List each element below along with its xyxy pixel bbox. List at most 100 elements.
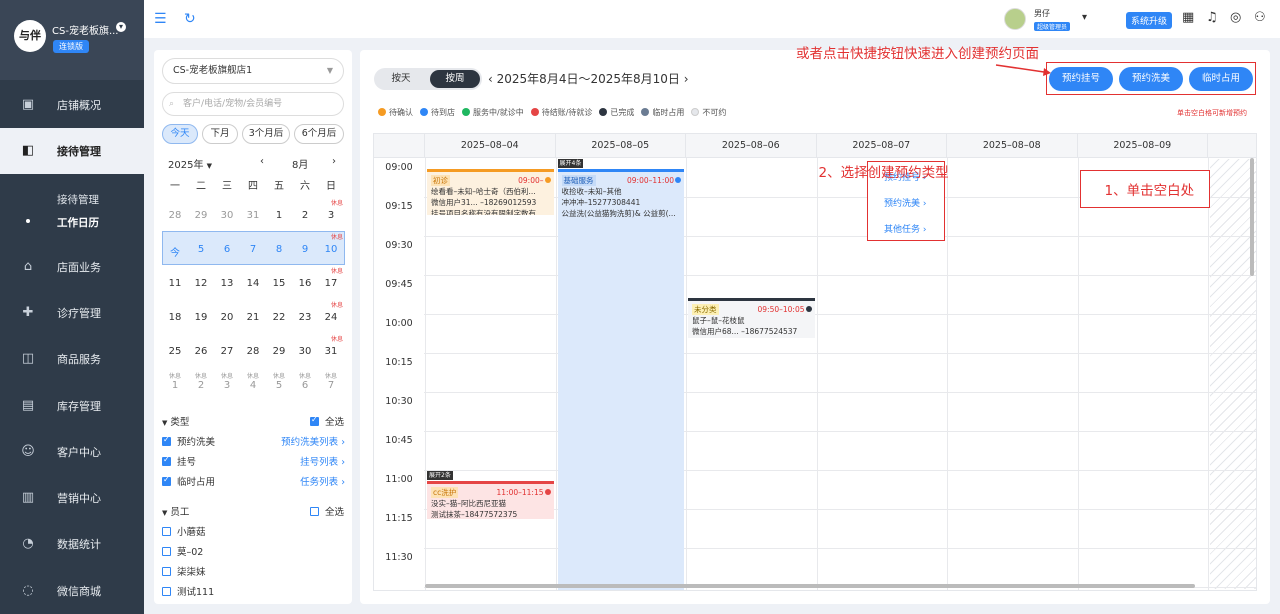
nav-marketing[interactable]: ▥ 营销中心 xyxy=(0,475,144,521)
chevron-down-icon[interactable]: ▾ xyxy=(1082,12,1087,23)
menu-icon[interactable]: ☰ xyxy=(154,11,167,27)
staff-row[interactable]: 柒柒妹 xyxy=(162,564,345,578)
upgrade-button[interactable]: 系统升级 xyxy=(1126,12,1173,29)
calendar-day[interactable]: 1 xyxy=(266,197,292,231)
subnav-work-calendar[interactable]: 工作日历 xyxy=(57,215,99,230)
nav-medical[interactable]: ✚ 诊疗管理 xyxy=(0,290,144,336)
popup-book-grooming[interactable]: 预约洗美 › xyxy=(884,196,926,209)
calendar-day[interactable]: 7 xyxy=(240,231,266,265)
search-input[interactable]: ⌕ 客户/电话/宠物/会员编号 xyxy=(162,92,344,116)
headset-icon[interactable]: ◎ xyxy=(1230,10,1241,25)
checkbox-icon[interactable] xyxy=(162,547,171,556)
chevron-down-icon[interactable]: ▾ xyxy=(116,22,126,32)
calendar-icon[interactable]: ▦ xyxy=(1182,10,1194,25)
calendar-day[interactable]: 26 xyxy=(188,333,214,367)
bell-icon[interactable]: ♫ xyxy=(1206,10,1218,25)
checkbox-icon[interactable] xyxy=(162,475,171,486)
staff-row[interactable]: 测试111 xyxy=(162,584,345,598)
prev-month-icon[interactable]: ‹ xyxy=(260,156,264,167)
calendar-day[interactable]: 13 xyxy=(214,265,240,299)
calendar-day[interactable]: 23 xyxy=(292,299,318,333)
calendar-day[interactable]: 休息 24 xyxy=(318,299,344,333)
vertical-scrollbar[interactable] xyxy=(1250,158,1254,276)
calendar-day[interactable]: 2 xyxy=(292,197,318,231)
quick-next-month-button[interactable]: 下月 xyxy=(202,124,238,144)
calendar-day[interactable]: 30 xyxy=(214,197,240,231)
calendar-day[interactable]: 休息 17 xyxy=(318,265,344,299)
calendar-day[interactable]: 休息 1 xyxy=(162,367,188,401)
book-grooming-button[interactable]: 预约洗美 xyxy=(1119,67,1183,91)
temp-occupy-button[interactable]: 临时占用 xyxy=(1189,67,1253,91)
appointment-card[interactable]: 初诊 09:00– 绘看看–未知–哈士奇（西伯利... 微信用户31... –1826… xyxy=(427,169,554,215)
calendar-day[interactable]: 11 xyxy=(162,265,188,299)
checkbox-icon[interactable] xyxy=(162,435,171,446)
calendar-day[interactable]: 28 xyxy=(162,197,188,231)
calendar-day[interactable]: 21 xyxy=(240,299,266,333)
calendar-day[interactable]: 25 xyxy=(162,333,188,367)
type-row-register[interactable]: 挂号 挂号列表 › xyxy=(162,454,345,468)
calendar-day[interactable]: 休息 5 xyxy=(266,367,292,401)
staff-row[interactable]: 小蘑菇 xyxy=(162,524,345,538)
nav-customer[interactable]: ☺ 客户中心 xyxy=(0,429,144,475)
calendar-day[interactable]: 休息 3 xyxy=(318,197,344,231)
horizontal-scrollbar[interactable] xyxy=(425,584,1195,588)
book-register-button[interactable]: 预约挂号 xyxy=(1049,67,1113,91)
calendar-day[interactable]: 休息 31 xyxy=(318,333,344,367)
calendar-day[interactable]: 6 xyxy=(214,231,240,265)
quick-6-months-button[interactable]: 6个月后 xyxy=(294,124,344,144)
avatar[interactable] xyxy=(1004,8,1026,30)
calendar-day[interactable]: 18 xyxy=(162,299,188,333)
type-select-all[interactable]: 全选 xyxy=(310,414,344,428)
checkbox-icon[interactable] xyxy=(162,455,171,466)
nav-stats[interactable]: ◔ 数据统计 xyxy=(0,521,144,567)
quick-3-months-button[interactable]: 3个月后 xyxy=(242,124,290,144)
nav-store-business[interactable]: ⌂ 店面业务 xyxy=(0,244,144,290)
prev-week-icon[interactable]: ‹ xyxy=(488,72,493,86)
calendar-day[interactable]: 30 xyxy=(292,333,318,367)
brand-header[interactable]: 与伴 CS-宠老板旗... ▾ 连锁版 xyxy=(0,0,144,80)
register-list-link[interactable]: 挂号列表 › xyxy=(300,454,345,468)
calendar-day[interactable]: 14 xyxy=(240,265,266,299)
staff-row[interactable]: 莫–02 xyxy=(162,544,345,558)
checkbox-icon[interactable] xyxy=(162,587,171,596)
calendar-day[interactable]: 8 xyxy=(266,231,292,265)
appointment-card[interactable]: 未分类 09:50–10:05 鼠子–鼠–花枝鼠 微信用户68... –1867752… xyxy=(688,298,815,338)
view-day-button[interactable]: 按天 xyxy=(376,70,426,88)
nav-wechat-mall[interactable]: ◌ 微信商城 xyxy=(0,568,144,614)
checkbox-icon[interactable] xyxy=(162,527,171,536)
appointment-card-extend[interactable] xyxy=(557,474,684,590)
nav-reception[interactable]: ◧ 接待管理 xyxy=(0,128,144,174)
calendar-day[interactable]: 31 xyxy=(240,197,266,231)
appointment-card[interactable]: cc洗护 11:00–11:15 没实–猫–阿比西尼亚猫 测试抹茶–184775723… xyxy=(427,481,554,519)
quick-today-button[interactable]: 今天 xyxy=(162,124,198,144)
popup-other-task[interactable]: 其他任务 › xyxy=(884,222,926,235)
grooming-list-link[interactable]: 预约洗美列表 › xyxy=(281,434,345,448)
type-row-temp[interactable]: 临时占用 任务列表 › xyxy=(162,474,345,488)
week-calendar[interactable]: 2025–08–04 2025–08–05 2025–08–06 2025–08–07… xyxy=(373,133,1257,591)
checkbox-icon[interactable] xyxy=(162,567,171,576)
calendar-day[interactable]: 休息 4 xyxy=(240,367,266,401)
calendar-day[interactable]: 休息 3 xyxy=(214,367,240,401)
subnav-reception[interactable]: 接待管理 xyxy=(57,192,99,207)
next-week-icon[interactable]: › xyxy=(684,72,689,86)
calendar-day[interactable]: 28 xyxy=(240,333,266,367)
calendar-day[interactable]: 休息 2 xyxy=(188,367,214,401)
type-row-grooming[interactable]: 预约洗美 预约洗美列表 › xyxy=(162,434,345,448)
next-month-icon[interactable]: › xyxy=(332,156,336,167)
expand-badge[interactable]: 展开2条 xyxy=(427,471,453,480)
calendar-day[interactable]: 15 xyxy=(266,265,292,299)
calendar-day[interactable]: 16 xyxy=(292,265,318,299)
refresh-icon[interactable]: ↻ xyxy=(184,11,196,27)
staff-select-all[interactable]: 全选 xyxy=(310,504,344,518)
calendar-day[interactable]: 9 xyxy=(292,231,318,265)
year-select[interactable]: 2025年 ▼ xyxy=(168,156,212,171)
calendar-day[interactable]: 27 xyxy=(214,333,240,367)
user-icon[interactable]: ⚇ xyxy=(1254,10,1266,25)
view-week-button[interactable]: 按周 xyxy=(430,70,480,88)
calendar-day[interactable]: 22 xyxy=(266,299,292,333)
calendar-day[interactable]: 休息 10 xyxy=(318,231,344,265)
store-select[interactable]: CS-宠老板旗舰店1 ▼ xyxy=(162,58,344,84)
expand-badge[interactable]: 展开4条 xyxy=(557,159,584,168)
nav-stock[interactable]: ▤ 库存管理 xyxy=(0,383,144,429)
calendar-day[interactable]: 今 xyxy=(162,231,188,265)
